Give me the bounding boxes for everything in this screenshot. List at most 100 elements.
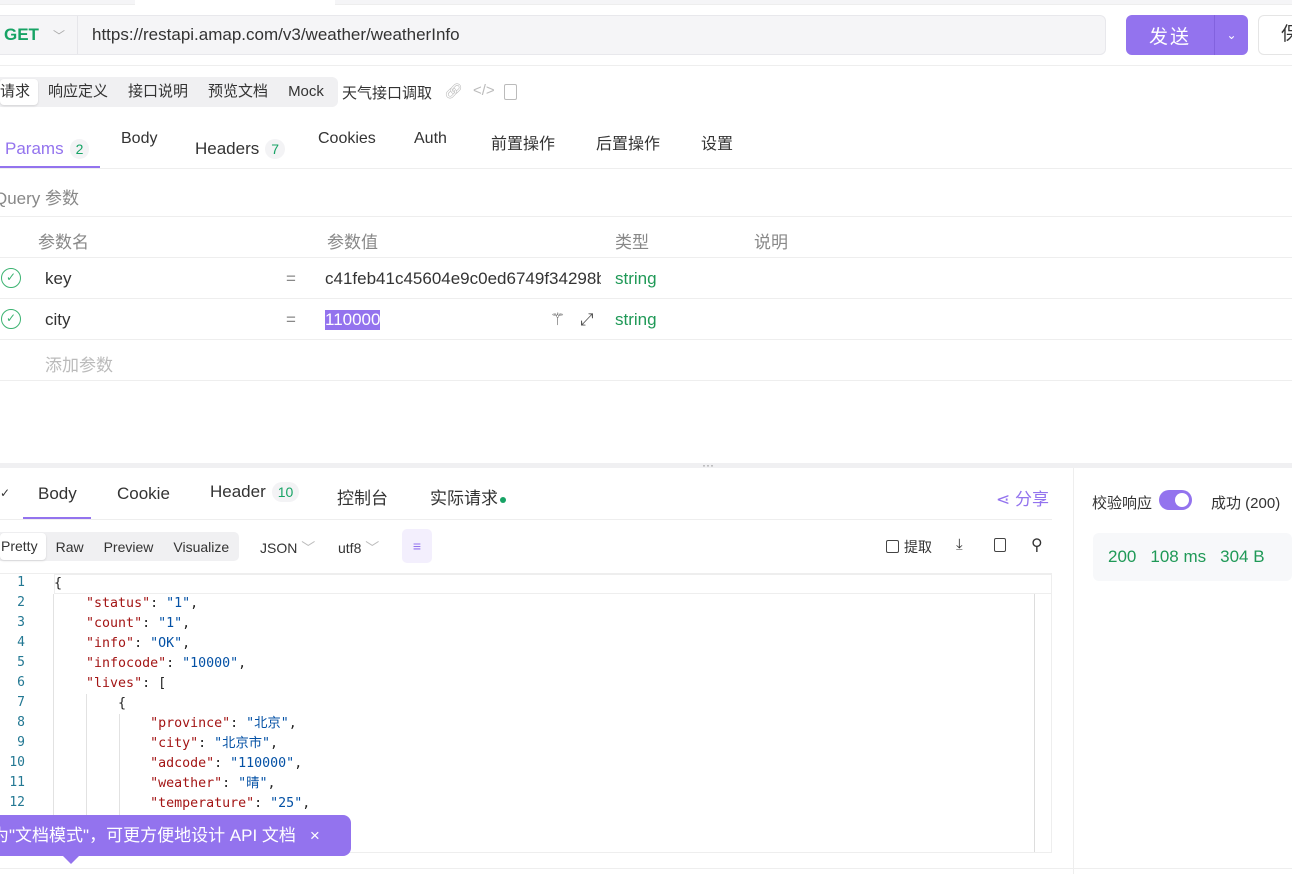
code-line: "city": "北京市", xyxy=(150,736,279,751)
extract-button[interactable]: 提取 xyxy=(886,537,932,557)
tab-headers[interactable]: Headers 7 xyxy=(195,130,286,168)
extract-label: 提取 xyxy=(904,539,932,555)
chevron-down-icon: ﹀ xyxy=(52,28,65,43)
line-number: 8 xyxy=(17,715,25,730)
tab-label: 实际请求 xyxy=(430,489,498,508)
method-select[interactable]: GET ﹀ xyxy=(0,16,78,54)
panel-divider xyxy=(1073,468,1074,874)
code-line: "status": "1", xyxy=(86,596,199,611)
send-button[interactable]: 发送 ⌄ xyxy=(1126,15,1248,55)
url-bar: GET ﹀ https://restapi.amap.com/v3/weather… xyxy=(0,15,1106,55)
response-size: 304 B xyxy=(1220,547,1265,566)
save-button[interactable]: 保 xyxy=(1258,15,1292,55)
collapse-icon[interactable]: ✓ xyxy=(0,486,10,500)
tab-params[interactable]: Params 2 xyxy=(5,130,90,168)
format-select[interactable]: JSON ﹀ xyxy=(260,538,315,558)
chevron-down-icon[interactable]: ⌄ xyxy=(1214,15,1248,55)
view-visualize[interactable]: Visualize xyxy=(163,539,239,555)
magic-wand-icon[interactable]: ⚚ xyxy=(550,310,565,330)
add-param-input[interactable]: 添加参数 xyxy=(45,351,113,376)
col-name: 参数名 xyxy=(38,233,89,252)
chevron-down-icon: ﹀ xyxy=(297,540,316,556)
resp-tab-console[interactable]: 控制台 xyxy=(337,484,388,509)
copy-icon[interactable] xyxy=(994,538,1006,552)
code-line: "temperature": "25", xyxy=(150,796,311,811)
code-line: "info": "OK", xyxy=(86,636,191,651)
tab-post-script[interactable]: 后置操作 xyxy=(596,130,660,168)
view-raw[interactable]: Raw xyxy=(46,539,94,555)
download-icon[interactable]: ⤓ xyxy=(956,536,963,553)
param-value[interactable]: c41feb41c45604e9c0ed6749f34298b xyxy=(325,269,601,289)
col-desc: 说明 xyxy=(754,233,788,252)
mode-tab-response-def[interactable]: 响应定义 xyxy=(38,79,118,105)
active-window-tab[interactable] xyxy=(135,0,335,6)
line-number: 4 xyxy=(17,635,25,650)
equals-sign: = xyxy=(286,310,296,329)
param-type[interactable]: string xyxy=(615,269,657,289)
tab-badge: 2 xyxy=(69,139,90,159)
validate-toggle[interactable] xyxy=(1159,490,1192,510)
mode-tab-preview-doc[interactable]: 预览文档 xyxy=(198,79,278,105)
code-line: { xyxy=(54,576,63,591)
share-icon: ⋖ xyxy=(996,490,1015,509)
search-icon[interactable]: ⚲ xyxy=(1031,535,1043,555)
line-number: 3 xyxy=(17,615,25,630)
method-label: GET xyxy=(4,25,39,44)
param-type[interactable]: string xyxy=(615,310,657,330)
line-number: 2 xyxy=(17,595,25,610)
view-mode-tabs: Pretty Raw Preview Visualize xyxy=(0,532,240,561)
toast-caret xyxy=(62,855,80,864)
url-input[interactable]: https://restapi.amap.com/v3/weather/weat… xyxy=(78,25,460,45)
drag-dots-icon[interactable]: ··· xyxy=(702,458,714,472)
tab-body[interactable]: Body xyxy=(121,130,157,168)
tab-pre-script[interactable]: 前置操作 xyxy=(491,130,555,168)
param-name[interactable]: city xyxy=(45,310,71,330)
line-number: 5 xyxy=(17,655,25,670)
divider xyxy=(0,519,1052,520)
params-header-row: 参数名 参数值 类型 说明 xyxy=(0,217,1292,258)
tab-label: Header xyxy=(210,482,266,501)
validate-label: 校验响应 xyxy=(1092,495,1153,512)
code-line: { xyxy=(54,696,127,711)
line-number: 11 xyxy=(9,775,25,790)
param-value[interactable]: 110000 xyxy=(325,310,381,330)
enabled-checkbox[interactable]: ✓ xyxy=(1,309,21,329)
line-number: 10 xyxy=(9,755,25,770)
resize-handle[interactable] xyxy=(0,463,1292,468)
close-icon[interactable]: × xyxy=(310,826,320,845)
tab-badge: 10 xyxy=(271,482,300,502)
code-line: "infocode": "10000", xyxy=(86,656,247,671)
code-line: "count": "1", xyxy=(86,616,191,631)
line-number: 12 xyxy=(9,795,25,810)
view-preview[interactable]: Preview xyxy=(94,539,164,555)
tab-auth[interactable]: Auth xyxy=(414,130,447,168)
tab-settings[interactable]: 设置 xyxy=(701,130,733,168)
api-name[interactable]: 天气接口调取 xyxy=(342,82,432,103)
divider xyxy=(0,65,1292,66)
view-pretty[interactable]: Pretty xyxy=(0,533,46,560)
resp-tab-actual-request[interactable]: 实际请求 xyxy=(430,484,506,509)
window-tab-strip xyxy=(0,0,1292,6)
send-label: 发送 xyxy=(1148,26,1191,48)
share-button[interactable]: ⋖ 分享 xyxy=(996,485,1049,510)
resp-tab-body[interactable]: Body xyxy=(38,484,77,504)
response-code-viewer[interactable]: 1 2 3 4 5 6 7 8 9 10 11 12 { "status": "… xyxy=(0,573,1052,853)
encoding-select[interactable]: utf8 ﹀ xyxy=(338,538,379,558)
resp-tab-cookie[interactable]: Cookie xyxy=(117,484,170,504)
expand-icon[interactable]: ⤢ xyxy=(580,310,594,330)
link-icon[interactable]: 🔗︎ xyxy=(444,82,463,100)
param-name[interactable]: key xyxy=(45,269,71,289)
code-line: "weather": "晴", xyxy=(150,776,276,791)
resp-tab-header[interactable]: Header 10 xyxy=(210,482,300,502)
mode-tab-mock[interactable]: Mock xyxy=(278,79,334,105)
line-number: 9 xyxy=(17,735,25,750)
vertical-ruler xyxy=(1034,574,1035,852)
mode-tab-api-desc[interactable]: 接口说明 xyxy=(118,79,198,105)
tab-cookies[interactable]: Cookies xyxy=(318,130,376,168)
code-icon[interactable]: </> xyxy=(473,82,495,99)
enabled-checkbox[interactable]: ✓ xyxy=(1,268,21,288)
mode-tab-request[interactable]: 请求 xyxy=(0,79,39,105)
wrap-lines-icon[interactable]: ≡ xyxy=(402,529,432,563)
panel-icon[interactable] xyxy=(504,84,517,100)
mode-tabs: 请求 响应定义 接口说明 预览文档 Mock xyxy=(0,77,338,107)
